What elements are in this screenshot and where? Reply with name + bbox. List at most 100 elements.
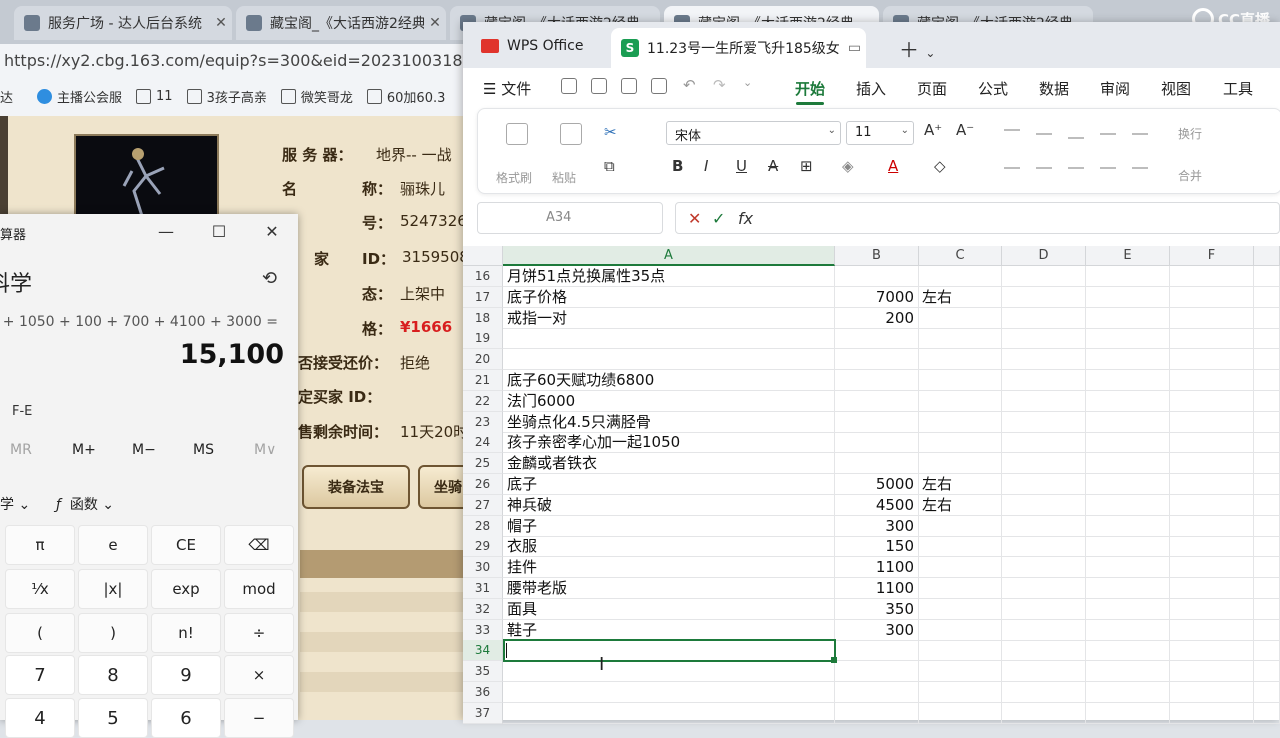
cell-d[interactable]	[1002, 619, 1086, 641]
new-tab-plus-icon[interactable]: ＋ ⌄	[899, 34, 935, 63]
column-header-d[interactable]: D	[1002, 246, 1086, 266]
cell-b[interactable]	[835, 453, 919, 475]
row-header[interactable]: 33	[463, 619, 503, 641]
fill-color-icon[interactable]: ◈	[842, 157, 854, 175]
print-preview-icon[interactable]	[651, 78, 667, 94]
cell-e[interactable]	[1086, 598, 1170, 620]
cell-b[interactable]	[835, 266, 919, 287]
cell-b[interactable]: 150	[835, 536, 919, 558]
underline-icon[interactable]: U	[736, 157, 747, 175]
function-dropdown[interactable]: ƒ 函数 ⌄	[56, 494, 114, 514]
divide-key[interactable]: ÷	[224, 613, 294, 653]
column-header-f[interactable]: F	[1170, 246, 1254, 266]
trigonometry-dropdown[interactable]: 学 ⌄	[0, 494, 30, 514]
cell-b[interactable]	[835, 640, 919, 662]
cell-d[interactable]	[1002, 307, 1086, 329]
cell-b[interactable]: 200	[835, 307, 919, 329]
backspace-key[interactable]: ⌫	[224, 525, 294, 565]
history-icon[interactable]: ⟲	[262, 268, 277, 289]
cell-d[interactable]	[1002, 370, 1086, 391]
select-all-corner[interactable]	[463, 246, 503, 266]
font-name-select[interactable]: 宋体 ⌄	[666, 121, 841, 145]
cell-g[interactable]	[1254, 307, 1280, 329]
spreadsheet-grid[interactable]: A B C D E F 16 月饼51点兑换属性35点 17 底子价格 7000 左右 18…	[463, 246, 1280, 724]
save-icon[interactable]	[561, 78, 577, 94]
menu-data[interactable]: 数据	[1039, 78, 1069, 99]
cell-a[interactable]: 月饼51点兑换属性35点	[503, 266, 835, 287]
maximize-icon[interactable]: ☐	[207, 222, 231, 241]
cell-f[interactable]	[1170, 411, 1254, 433]
cell-g[interactable]	[1254, 536, 1280, 558]
cell-d[interactable]	[1002, 598, 1086, 620]
cell-d[interactable]	[1002, 411, 1086, 433]
align-middle-icon[interactable]	[1036, 133, 1052, 135]
row-header[interactable]: 29	[463, 536, 503, 558]
cell-g[interactable]	[1254, 702, 1280, 724]
cell-g[interactable]	[1254, 328, 1280, 350]
memory-subtract-button[interactable]: M−	[132, 442, 156, 458]
cell-e[interactable]	[1086, 536, 1170, 558]
cell-a[interactable]: 底子价格	[503, 286, 835, 308]
cell-a[interactable]: 金麟或者铁衣	[503, 453, 835, 475]
align-bottom-icon[interactable]	[1068, 137, 1084, 139]
cell-g[interactable]	[1254, 349, 1280, 371]
cell-g[interactable]	[1254, 682, 1280, 703]
cell-c[interactable]	[919, 557, 1002, 579]
font-size-select[interactable]: 11 ⌄	[846, 121, 914, 145]
cell-c[interactable]: 左右	[919, 494, 1002, 516]
row-header[interactable]: 20	[463, 349, 503, 371]
paste-icon[interactable]	[560, 123, 582, 145]
subtract-key[interactable]: −	[224, 698, 294, 738]
row-header[interactable]: 23	[463, 411, 503, 433]
cell-e[interactable]	[1086, 370, 1170, 391]
cell-d[interactable]	[1002, 682, 1086, 703]
cell-d[interactable]	[1002, 432, 1086, 454]
cell-c[interactable]	[919, 702, 1002, 724]
row-header[interactable]: 35	[463, 661, 503, 683]
cell-d[interactable]	[1002, 640, 1086, 662]
cell-g[interactable]	[1254, 578, 1280, 599]
cell-e[interactable]	[1086, 286, 1170, 308]
factorial-key[interactable]: n!	[151, 613, 221, 653]
cell-e[interactable]	[1086, 557, 1170, 579]
column-header-a[interactable]: A	[503, 246, 835, 266]
cell-e[interactable]	[1086, 432, 1170, 454]
menu-tools[interactable]: 工具	[1223, 78, 1253, 99]
align-left-icon[interactable]	[1004, 167, 1020, 169]
row-header[interactable]: 18	[463, 307, 503, 329]
cell-a[interactable]: 底子60天赋功绩6800	[503, 370, 835, 391]
cell-b[interactable]: 300	[835, 515, 919, 537]
cell-g[interactable]	[1254, 598, 1280, 620]
wrap-text-label[interactable]: 换行	[1178, 125, 1202, 142]
bookmark-item[interactable]: 达	[0, 87, 13, 106]
row-header[interactable]: 34	[463, 640, 503, 662]
cell-a[interactable]	[503, 702, 835, 724]
cell-f[interactable]	[1170, 349, 1254, 371]
cell-c[interactable]	[919, 536, 1002, 558]
cell-b[interactable]: 7000	[835, 286, 919, 308]
menu-view[interactable]: 视图	[1161, 78, 1191, 99]
format-painter-icon[interactable]	[506, 123, 528, 145]
cell-b[interactable]	[835, 682, 919, 703]
equipment-treasure-button[interactable]: 装备法宝	[302, 465, 410, 509]
cell-c[interactable]: 左右	[919, 474, 1002, 495]
cell-c[interactable]	[919, 453, 1002, 475]
row-header[interactable]: 17	[463, 286, 503, 308]
cell-f[interactable]	[1170, 494, 1254, 516]
cell-f[interactable]	[1170, 432, 1254, 454]
cell-c[interactable]	[919, 349, 1002, 371]
increase-font-icon[interactable]: A⁺	[924, 121, 942, 139]
cell-b[interactable]: 5000	[835, 474, 919, 495]
cell-f[interactable]	[1170, 266, 1254, 287]
column-header-e[interactable]: E	[1086, 246, 1170, 266]
cell-c[interactable]	[919, 640, 1002, 662]
cell-e[interactable]	[1086, 661, 1170, 683]
fill-handle[interactable]	[831, 657, 837, 663]
redo-icon[interactable]: ↷	[713, 76, 726, 94]
align-right-icon[interactable]	[1068, 167, 1084, 169]
bookmark-item[interactable]: 主播公会服	[37, 87, 122, 106]
cell-b[interactable]	[835, 328, 919, 350]
column-header-c[interactable]: C	[919, 246, 1002, 266]
print-icon[interactable]	[621, 78, 637, 94]
indent-increase-icon[interactable]	[1132, 133, 1148, 135]
